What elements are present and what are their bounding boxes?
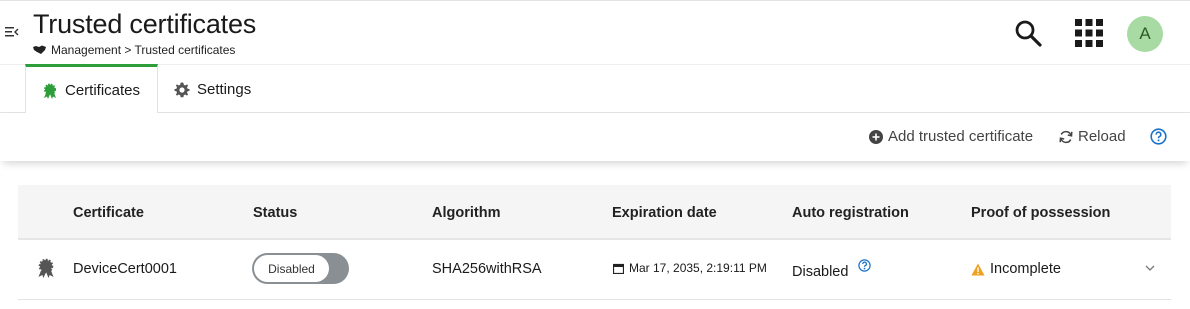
table-header: Certificate Status Algorithm Expiration … xyxy=(18,185,1171,240)
add-trusted-certificate-label: Add trusted certificate xyxy=(888,128,1034,145)
help-icon[interactable] xyxy=(1150,128,1167,145)
tab-bar: Certificates Settings xyxy=(0,64,1190,114)
handshake-icon xyxy=(33,45,46,54)
calendar-icon xyxy=(613,263,624,274)
warning-icon xyxy=(971,263,985,275)
certificate-icon xyxy=(38,258,54,278)
avatar[interactable]: A xyxy=(1127,16,1163,52)
tab-settings-label: Settings xyxy=(197,81,252,98)
tab-certificates[interactable]: Certificates xyxy=(25,64,158,114)
certificate-name[interactable]: DeviceCert0001 xyxy=(73,261,177,277)
gear-icon xyxy=(174,82,190,97)
breadcrumb: Management > Trusted certificates xyxy=(33,43,235,57)
reload-icon xyxy=(1059,130,1073,143)
page-title: Trusted certificates xyxy=(33,9,257,39)
add-trusted-certificate-button[interactable]: Add trusted certificate xyxy=(869,128,1033,145)
top-bar: Trusted certificates Management > Truste… xyxy=(0,0,1190,64)
search-icon[interactable] xyxy=(1014,19,1042,47)
apps-grid-icon[interactable] xyxy=(1075,19,1103,47)
reload-label: Reload xyxy=(1078,128,1126,145)
tab-settings[interactable]: Settings xyxy=(174,65,251,114)
auto-registration-value: Disabled xyxy=(792,264,849,280)
menu-collapse-icon[interactable] xyxy=(5,25,19,39)
help-icon[interactable] xyxy=(858,259,872,272)
certificates-table: Certificate Status Algorithm Expiration … xyxy=(18,185,1171,300)
algorithm-value: SHA256withRSA xyxy=(432,261,542,277)
column-header-proof-of-possession[interactable]: Proof of possession xyxy=(971,205,1110,221)
status-toggle-label: Disabled xyxy=(254,255,329,282)
table-row[interactable]: DeviceCert0001 Disabled SHA256withRSA Ma… xyxy=(18,240,1171,300)
expiration-date: Mar 17, 2035, 2:19:11 PM xyxy=(613,261,767,275)
breadcrumb-text[interactable]: Management > Trusted certificates xyxy=(51,43,235,57)
column-header-expiration-date[interactable]: Expiration date xyxy=(612,205,717,221)
toolbar: Add trusted certificate Reload xyxy=(0,113,1190,161)
reload-button[interactable]: Reload xyxy=(1059,128,1126,145)
plus-circle-icon xyxy=(869,129,883,144)
expiration-date-value: Mar 17, 2035, 2:19:11 PM xyxy=(629,261,767,275)
proof-of-possession: Incomplete xyxy=(971,261,1061,277)
column-header-certificate[interactable]: Certificate xyxy=(73,205,144,221)
column-header-status[interactable]: Status xyxy=(253,205,297,221)
proof-of-possession-value: Incomplete xyxy=(990,261,1061,277)
auto-registration: Disabled xyxy=(792,259,872,280)
chevron-down-icon[interactable] xyxy=(1144,262,1156,274)
column-header-algorithm[interactable]: Algorithm xyxy=(432,205,500,221)
column-header-auto-registration[interactable]: Auto registration xyxy=(792,205,909,221)
tab-certificates-label: Certificates xyxy=(65,82,141,99)
certificate-icon xyxy=(44,83,56,99)
status-toggle[interactable]: Disabled xyxy=(252,253,349,284)
